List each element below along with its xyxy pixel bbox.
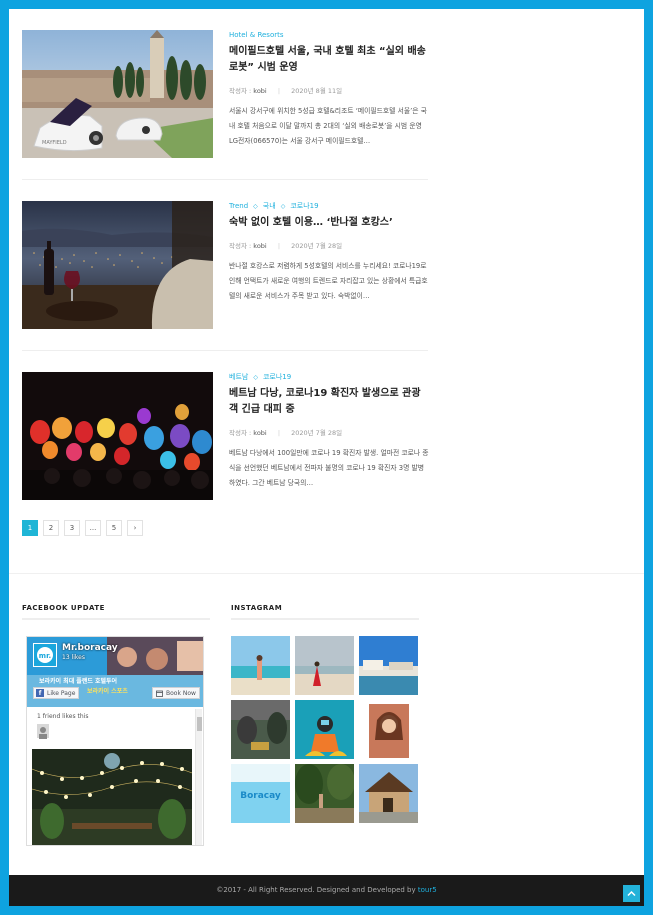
chevron-up-icon [627,890,636,897]
instagram-photo[interactable] [231,700,290,759]
facebook-icon: f [36,689,44,697]
copyright-text: ©2017 - All Right Reserved. Designed and… [216,886,437,894]
calendar-icon [156,690,163,697]
page-likes: 13 likes [62,654,85,661]
author-link[interactable]: kobi [253,87,266,95]
category-link[interactable]: 베트남 [229,373,248,381]
cover-text: 보라카이 최대 플랜드 호텔투어 [39,677,117,685]
page-ellipsis: ... [85,520,101,536]
post-divider [22,350,428,351]
pagination: 1 2 3 ... 5 › [22,520,143,536]
back-to-top-button[interactable] [623,885,640,902]
mr-logo-icon: mr. [37,647,53,663]
cover-text: 보라카이 스포츠 [87,687,128,695]
book-now-button[interactable]: Book Now [152,687,200,699]
author-link[interactable]: kobi [253,429,266,437]
instagram-photo[interactable] [359,764,418,823]
boracay-logo-photo: Boracay [231,764,290,823]
footer-bar: ©2017 - All Right Reserved. Designed and… [9,875,644,906]
beach-red-dress-photo [295,636,354,695]
section-divider [9,573,644,574]
person-icon [39,727,47,739]
post-excerpt: 베트남 다낭에서 100일만에 코로나 19 확진자 발생. 얼마전 코로나 종… [229,449,429,487]
coast-hotel-photo [359,636,418,695]
instagram-photo[interactable] [295,700,354,759]
post-card: Trend ◇ 국내 ◇ 코로나19 숙박 없이 호텔 이용… ‘반나절 호캉스’ 작성… [22,201,428,331]
widget-title-underline [22,618,210,620]
post-categories: 베트남 ◇ 코로나19 [229,373,292,381]
facebook-widget-title: FACEBOOK UPDATE [22,604,105,612]
selfie-photo [359,700,418,759]
post-title[interactable]: 베트남 다낭, 코로나19 확진자 발생으로 관광객 긴급 대피 중 [229,386,429,418]
snorkel-photo [295,700,354,759]
page-link-2[interactable]: 2 [43,520,59,536]
developer-link[interactable]: tour5 [418,886,437,894]
post-thumbnail[interactable] [22,201,213,329]
post-date: 2020년 8월 11일 [291,87,343,95]
page-link-5[interactable]: 5 [106,520,122,536]
instagram-photo[interactable] [231,636,290,695]
post-date: 2020년 7월 28일 [291,242,343,250]
friends-like-text: 1 friend likes this [37,713,89,720]
rocks-jeep-photo [231,700,290,759]
page-avatar[interactable]: mr. [33,643,57,667]
post-title[interactable]: 숙박 없이 호텔 이용… ‘반나절 호캉스’ [229,215,429,231]
instagram-photo[interactable] [295,636,354,695]
forest-path-photo [295,764,354,823]
like-page-label: Like Page [47,689,76,697]
boracay-logo-text: Boracay [240,791,281,801]
hotel-robot-image: MAYFIELD [22,30,213,158]
post-thumbnail[interactable]: MAYFIELD [22,30,213,158]
author-label: 작성자 : [229,242,252,250]
beach-girl-photo [231,636,290,695]
category-link[interactable]: Hotel & Resorts [229,31,284,39]
post-meta: 작성자 : kobi | 2020년 7월 28일 [229,242,343,250]
villa-photo [359,764,418,823]
facebook-cover[interactable]: 보라카이 최대 플랜드 호텔투어 보라카이 스포츠 mr. Mr.boracay… [27,637,203,707]
book-now-label: Book Now [166,689,196,697]
instagram-photo[interactable] [359,636,418,695]
instagram-photo[interactable] [359,700,418,759]
post-categories: Hotel & Resorts [229,30,429,40]
instagram-widget-title: INSTAGRAM [231,604,283,612]
night-view-image [22,201,213,329]
category-link[interactable]: Trend [229,202,248,210]
post-excerpt: 서울시 강서구에 위치한 5성급 호텔&리조트 ‘메이필드호텔 서울’은 국내 … [229,107,427,145]
robot-label: MAYFIELD [42,140,67,146]
instagram-grid: Boracay [231,636,421,826]
author-label: 작성자 : [229,429,252,437]
post-card: MAYFIELD Hotel & Resorts 메이필드호텔 서울, 국내 호… [22,30,428,170]
widget-title-underline [231,618,419,620]
post-thumbnail[interactable] [22,372,213,500]
post-card: 베트남 ◇ 코로나19 베트남 다낭, 코로나19 확진자 발생으로 관광객 긴급 … [22,372,429,502]
next-page-button[interactable]: › [127,520,143,536]
author-link[interactable]: kobi [253,242,266,250]
post-meta: 작성자 : kobi | 2020년 8월 11일 [229,87,343,95]
page-link-1[interactable]: 1 [22,520,38,536]
page-link-3[interactable]: 3 [64,520,80,536]
post-divider [22,179,428,180]
post-excerpt: 반나절 호캉스로 저렴하게 5성호텔의 서비스를 누리세요! 코로나19로 인해… [229,262,428,300]
lanterns-image [22,372,213,500]
instagram-photo[interactable]: Boracay [231,764,290,823]
page-name[interactable]: Mr.boracay [62,643,118,653]
page-frame: MAYFIELD Hotel & Resorts 메이필드호텔 서울, 국내 호… [9,9,644,875]
category-link[interactable]: 코로나19 [263,373,291,381]
string-lights-image [32,749,192,845]
facebook-page-plugin: 보라카이 최대 플랜드 호텔투어 보라카이 스포츠 mr. Mr.boracay… [26,636,204,846]
svg-text:mr.: mr. [39,652,51,660]
facebook-post-image[interactable] [32,749,192,845]
scrollbar[interactable] [195,709,202,845]
friend-avatar[interactable] [37,724,49,739]
author-label: 작성자 : [229,87,252,95]
post-meta: 작성자 : kobi | 2020년 7월 28일 [229,429,343,437]
post-categories: Trend ◇ 국내 ◇ 코로나19 [229,202,319,210]
post-title[interactable]: 메이필드호텔 서울, 국내 호텔 최초 “실외 배송로봇” 시범 운영 [229,44,429,76]
category-link[interactable]: 국내 [263,202,276,210]
post-date: 2020년 7월 28일 [291,429,343,437]
instagram-photo[interactable] [295,764,354,823]
like-page-button[interactable]: f Like Page [33,687,79,699]
category-link[interactable]: 코로나19 [290,202,318,210]
